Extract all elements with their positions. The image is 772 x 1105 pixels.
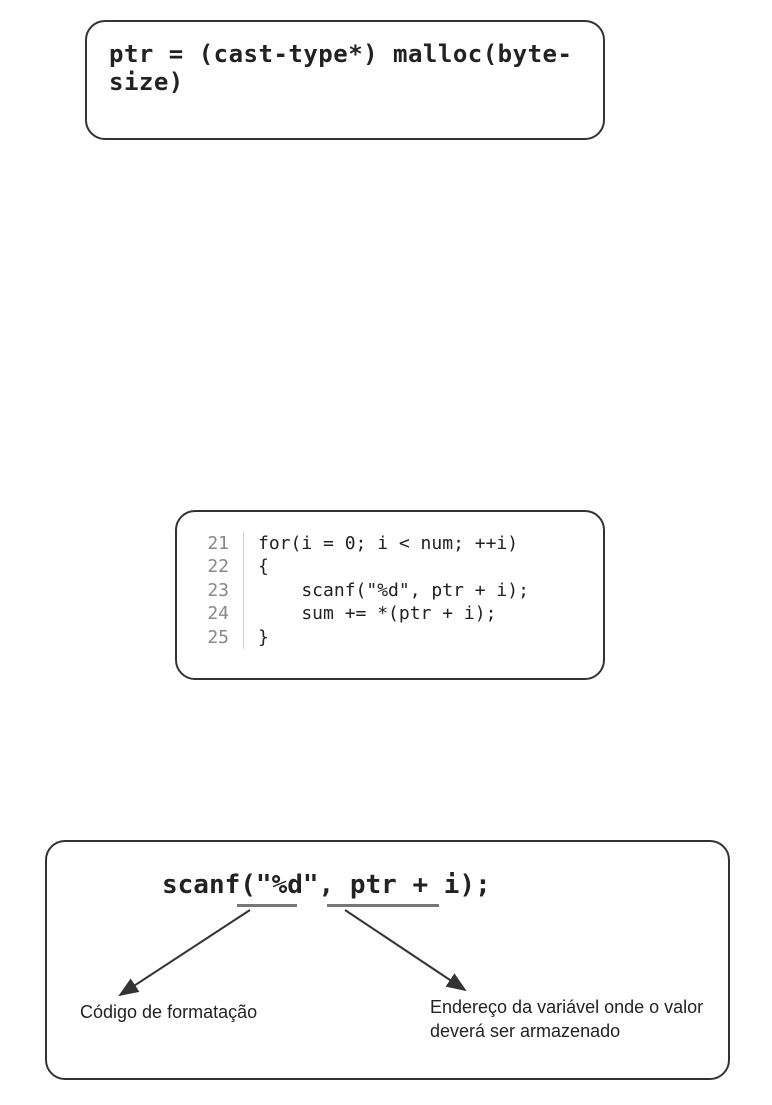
arrow-right — [345, 910, 465, 990]
label-format-code: Código de formatação — [80, 1000, 260, 1024]
arrow-overlay — [0, 0, 772, 1105]
arrow-left — [120, 910, 250, 995]
label-address-var: Endereço da variável onde o valor deverá… — [430, 995, 720, 1044]
